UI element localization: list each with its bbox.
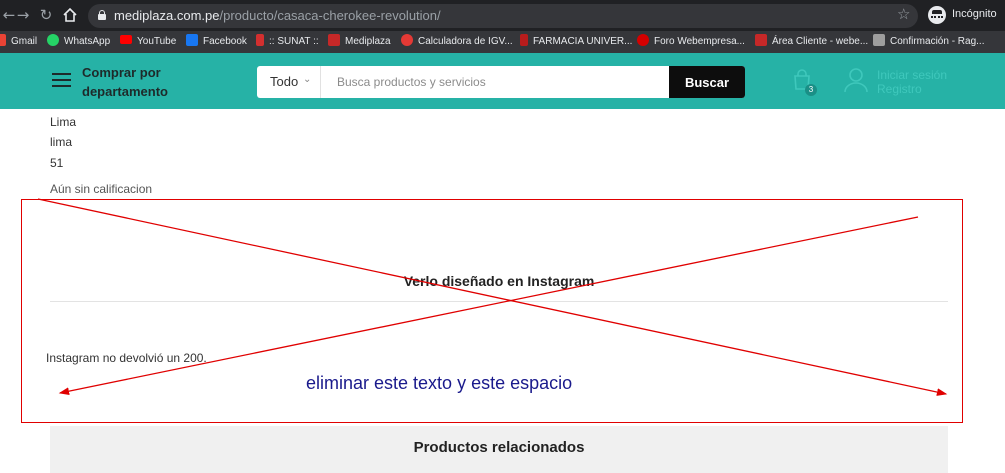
related-products-section: Productos relacionados	[50, 426, 948, 473]
annotation-cross-arrows	[37, 198, 948, 396]
annotation-note: eliminar este texto y este espacio	[306, 373, 573, 393]
related-products-title: Productos relacionados	[413, 439, 585, 456]
